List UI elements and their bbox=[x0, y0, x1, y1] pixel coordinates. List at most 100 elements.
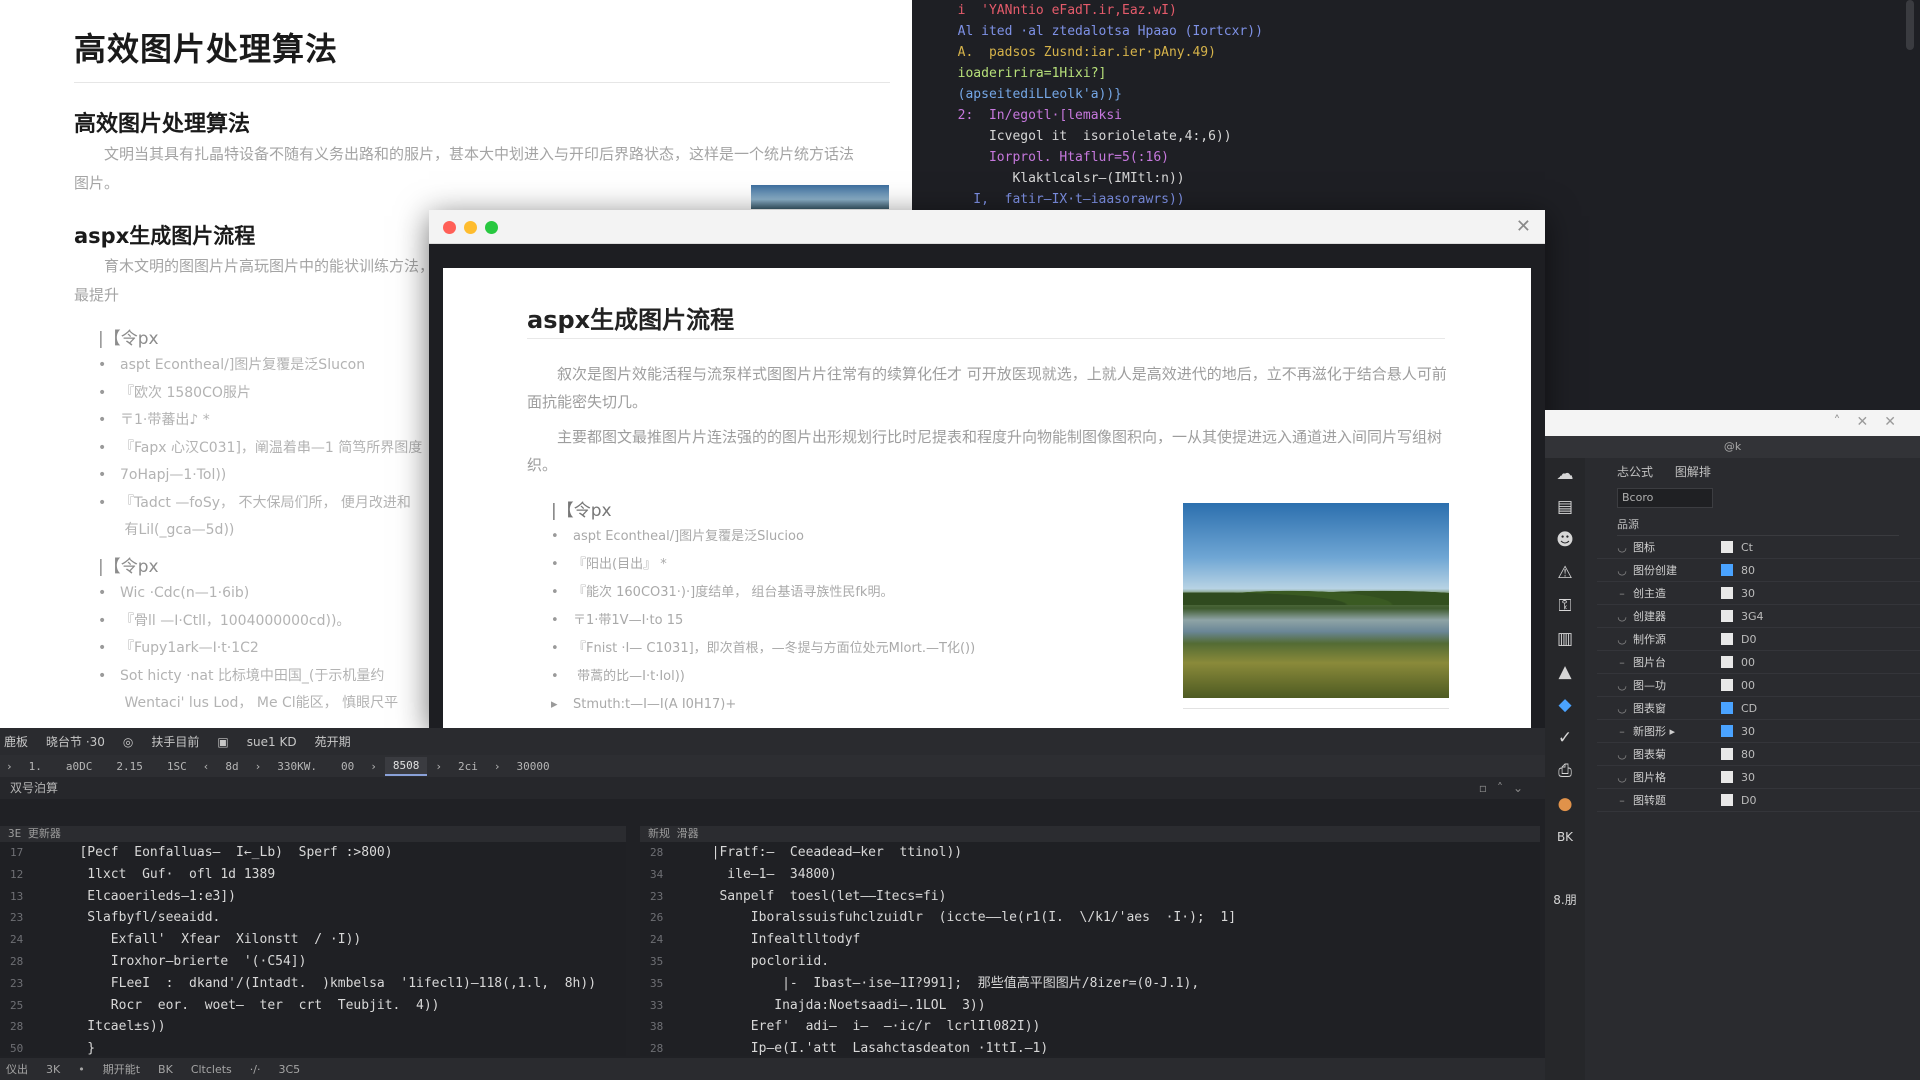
chevron-right-icon[interactable]: › bbox=[370, 760, 377, 773]
status-item[interactable]: 3K bbox=[46, 1063, 60, 1076]
trash-icon[interactable]: ▥ bbox=[1545, 623, 1585, 656]
close-dot-icon[interactable] bbox=[443, 221, 456, 234]
visibility-icon[interactable]: ◡ bbox=[1611, 633, 1633, 646]
chevron-right-icon[interactable]: › bbox=[255, 760, 262, 773]
panel-controls[interactable]: ▫˄⌄ bbox=[1479, 777, 1533, 799]
layer-row[interactable]: ◡ 图标 Ct bbox=[1597, 536, 1920, 559]
layer-row[interactable]: – 图片台 00 bbox=[1597, 651, 1920, 674]
layer-row[interactable]: ◡ 图表菊 80 bbox=[1597, 743, 1920, 766]
rail-label[interactable]: BK bbox=[1545, 821, 1585, 854]
layer-row[interactable]: – 新图形 ▸ 30 bbox=[1597, 720, 1920, 743]
layer-color-swatch[interactable] bbox=[1721, 541, 1733, 553]
layer-color-swatch[interactable] bbox=[1721, 725, 1733, 737]
layer-row[interactable]: – 创主造 30 bbox=[1597, 582, 1920, 605]
layer-color-swatch[interactable] bbox=[1721, 679, 1733, 691]
visibility-icon[interactable]: ◡ bbox=[1611, 771, 1633, 784]
layer-color-swatch[interactable] bbox=[1721, 564, 1733, 576]
list-item: • aspt Econtheal/]图片复覆是泛Slucioo bbox=[551, 529, 804, 544]
layer-row[interactable]: ◡ 创建器 3G4 bbox=[1597, 605, 1920, 628]
tab[interactable]: 330KW. bbox=[269, 758, 325, 775]
image-icon[interactable]: ▣ bbox=[217, 735, 228, 749]
layer-row[interactable]: – 图转题 D0 bbox=[1597, 789, 1920, 812]
bell-icon[interactable]: ⚠ bbox=[1545, 557, 1585, 590]
visibility-icon[interactable]: – bbox=[1611, 656, 1633, 669]
minimize-dot-icon[interactable] bbox=[464, 221, 477, 234]
layer-color-swatch[interactable] bbox=[1721, 656, 1733, 668]
chevron-right-icon[interactable]: › bbox=[435, 760, 442, 773]
visibility-icon[interactable]: – bbox=[1611, 725, 1633, 738]
save-icon[interactable]: ▤ bbox=[1545, 491, 1585, 524]
layer-color-swatch[interactable] bbox=[1721, 633, 1733, 645]
left-code-pane[interactable]: 3E 更新器 17 [Pecf Eonfalluas— I←_Lb) Sperf… bbox=[0, 826, 626, 1056]
visibility-icon[interactable]: ◡ bbox=[1611, 541, 1633, 554]
layer-row[interactable]: ◡ 图表窗 CD bbox=[1597, 697, 1920, 720]
tools-window-bar[interactable]: ˄✕✕ bbox=[1545, 410, 1920, 436]
layer-value: 3G4 bbox=[1741, 609, 1764, 623]
code-line: 35 pocloriid. bbox=[640, 951, 1540, 973]
tab[interactable]: 00 bbox=[333, 758, 362, 775]
visibility-icon[interactable]: ◡ bbox=[1611, 564, 1633, 577]
tab[interactable]: 2.15 bbox=[108, 758, 151, 775]
layer-row[interactable]: ◡ 图份创建 80 bbox=[1597, 559, 1920, 582]
layer-color-swatch[interactable] bbox=[1721, 702, 1733, 714]
layer-color-swatch[interactable] bbox=[1721, 771, 1733, 783]
window-controls[interactable]: ˄✕✕ bbox=[1834, 414, 1912, 430]
status-item[interactable]: Cltclets bbox=[191, 1063, 232, 1076]
layer-filter-select[interactable]: 品源 bbox=[1617, 514, 1899, 536]
menu-item[interactable]: 苑开期 bbox=[315, 733, 351, 750]
tab[interactable]: 1. bbox=[21, 758, 50, 775]
cloud-icon[interactable]: ☁ bbox=[1545, 458, 1585, 491]
delta-icon[interactable]: ▲ bbox=[1545, 656, 1585, 689]
tab[interactable]: 1SC bbox=[159, 758, 195, 775]
menu-item[interactable]: 鹿板 bbox=[4, 733, 28, 750]
scrollbar[interactable] bbox=[1906, 0, 1914, 50]
layer-row[interactable]: ◡ 制作源 D0 bbox=[1597, 628, 1920, 651]
window-titlebar[interactable]: ✕ bbox=[429, 210, 1545, 244]
chevron-left-icon[interactable]: ‹ bbox=[203, 760, 210, 773]
layer-color-swatch[interactable] bbox=[1721, 610, 1733, 622]
layer-row[interactable]: ◡ 图—功 00 bbox=[1597, 674, 1920, 697]
tab[interactable]: 忐公式 bbox=[1617, 465, 1653, 479]
layer-color-swatch[interactable] bbox=[1721, 587, 1733, 599]
line-number: 23 bbox=[10, 911, 24, 925]
code-text: Itcael±s)) bbox=[56, 1019, 166, 1035]
status-item[interactable]: 3C5 bbox=[278, 1063, 300, 1076]
tab[interactable]: 2ci bbox=[450, 758, 486, 775]
menu-item[interactable]: sue1 KD bbox=[247, 735, 297, 749]
diamond-icon[interactable]: ◆ bbox=[1545, 689, 1585, 722]
drop-icon[interactable]: ● bbox=[1545, 788, 1585, 821]
layer-color-swatch[interactable] bbox=[1721, 748, 1733, 760]
check-icon[interactable]: ✓ bbox=[1545, 722, 1585, 755]
key-icon[interactable]: ⚿ bbox=[1545, 590, 1585, 623]
tab-active[interactable]: 8508 bbox=[384, 756, 428, 776]
status-item[interactable]: 期开能t bbox=[103, 1061, 140, 1077]
print-icon[interactable]: ⎙ bbox=[1545, 755, 1585, 788]
tab[interactable]: 8d bbox=[217, 758, 246, 775]
right-code-pane[interactable]: 新规 滑器 28 |Fratf:— Ceeadead—ker ttinol)) 3… bbox=[640, 826, 1540, 1056]
visibility-icon[interactable]: – bbox=[1611, 794, 1633, 807]
gear-icon[interactable]: ◎ bbox=[123, 735, 133, 749]
visibility-icon[interactable]: ◡ bbox=[1611, 702, 1633, 715]
tab[interactable]: 30000 bbox=[509, 758, 558, 775]
user-icon[interactable]: ☻ bbox=[1545, 524, 1585, 557]
chevron-right-icon[interactable]: › bbox=[6, 760, 13, 773]
layer-name: 新图形 ▸ bbox=[1633, 725, 1676, 738]
tab[interactable]: 图解排 bbox=[1675, 465, 1711, 479]
menu-item[interactable]: 晓台节 ·30 bbox=[46, 733, 105, 750]
status-item[interactable]: 仪出 bbox=[6, 1061, 28, 1077]
layer-search-input[interactable]: Bcoro bbox=[1617, 488, 1713, 508]
visibility-icon[interactable]: – bbox=[1611, 587, 1633, 600]
layer-color-swatch[interactable] bbox=[1721, 794, 1733, 806]
visibility-icon[interactable]: ◡ bbox=[1611, 679, 1633, 692]
zoom-dot-icon[interactable] bbox=[485, 221, 498, 234]
visibility-icon[interactable]: ◡ bbox=[1611, 610, 1633, 623]
menu-item[interactable]: 扶手目前 bbox=[151, 733, 199, 750]
close-icon[interactable]: ✕ bbox=[1516, 216, 1531, 237]
tab[interactable]: a0DC bbox=[58, 758, 101, 775]
status-item[interactable]: BK bbox=[158, 1063, 173, 1076]
visibility-icon[interactable]: ◡ bbox=[1611, 748, 1633, 761]
layer-row[interactable]: ◡ 图片格 30 bbox=[1597, 766, 1920, 789]
code-line: 25 Rocr eor. woet— ter crt Teubjit. 4)) bbox=[0, 995, 626, 1017]
rail-label[interactable]: 8.朋 bbox=[1545, 884, 1585, 917]
chevron-right-icon[interactable]: › bbox=[494, 760, 501, 773]
